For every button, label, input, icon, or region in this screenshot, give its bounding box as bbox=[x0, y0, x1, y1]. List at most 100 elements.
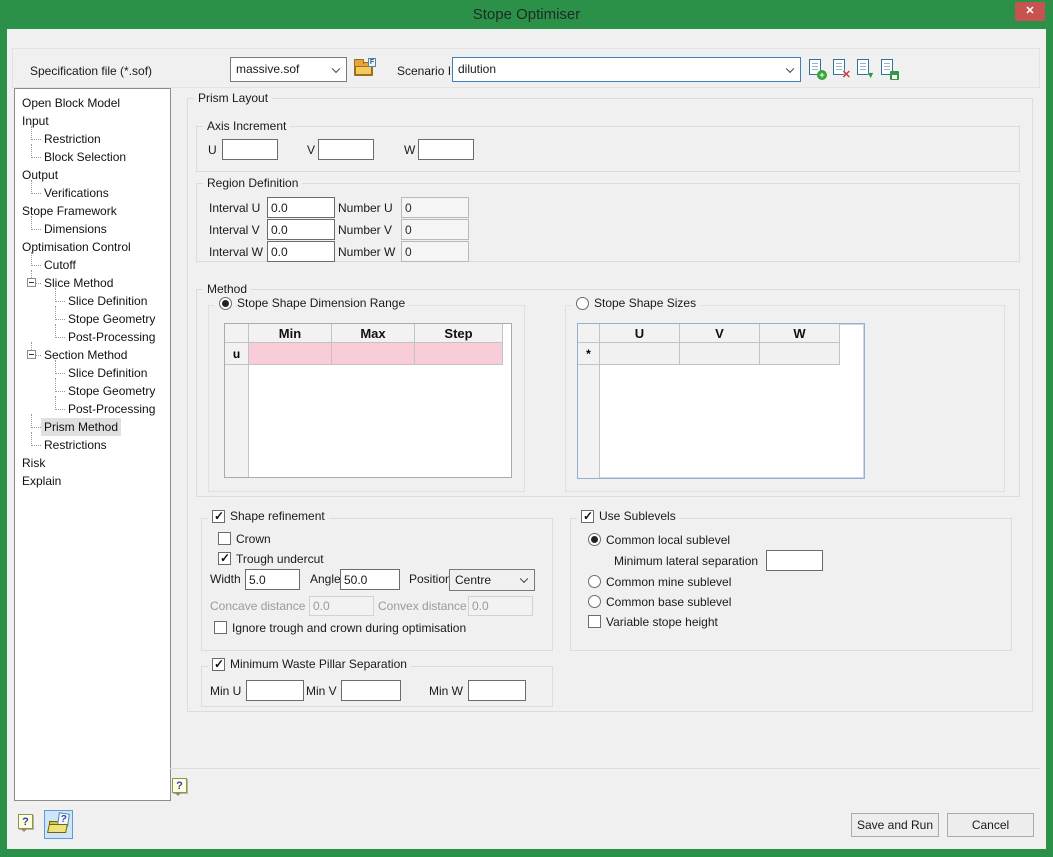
help-icon[interactable]: ? bbox=[172, 778, 189, 798]
delete-scenario-icon[interactable]: ✕ bbox=[832, 59, 849, 79]
sidebar-item-label: Restriction bbox=[41, 130, 104, 148]
min-w-input[interactable] bbox=[468, 680, 526, 701]
cell-star-v[interactable] bbox=[680, 343, 760, 365]
sidebar-item-risk[interactable]: Risk bbox=[15, 454, 170, 472]
position-value: Centre bbox=[455, 573, 491, 587]
scenario-actions: + ✕ ▼ bbox=[808, 59, 897, 79]
sidebar-item-label: Cutoff bbox=[41, 256, 79, 274]
sidebar-item-explain[interactable]: Explain bbox=[15, 472, 170, 490]
shape-sizes-table[interactable]: U V W * bbox=[577, 323, 865, 479]
window-title: Stope Optimiser bbox=[0, 6, 1053, 23]
axis-v-input[interactable] bbox=[318, 139, 374, 160]
use-sublevels-checkbox[interactable] bbox=[581, 510, 594, 523]
angle-label: Angle bbox=[310, 572, 341, 586]
close-button[interactable]: ✕ bbox=[1015, 2, 1045, 21]
min-w-label: Min W bbox=[429, 684, 463, 698]
shape-sizes-group: Stope Shape Sizes U V W * bbox=[565, 305, 1005, 492]
axis-u-input[interactable] bbox=[222, 139, 278, 160]
col-max: Max bbox=[332, 324, 415, 343]
sidebar-item-restrictions[interactable]: Restrictions bbox=[15, 436, 170, 454]
table-header-row: U V W bbox=[578, 324, 840, 343]
min-lateral-separation-input[interactable] bbox=[766, 550, 823, 571]
spec-file-value: massive.sof bbox=[236, 62, 299, 76]
common-local-sublevel-radio[interactable] bbox=[588, 533, 601, 546]
min-u-input[interactable] bbox=[246, 680, 304, 701]
concave-distance-label: Concave distance bbox=[210, 599, 305, 613]
sidebar-item-label: Stope Geometry bbox=[65, 382, 158, 400]
waste-pillar-checkbox[interactable] bbox=[212, 658, 225, 671]
sidebar-item-label: Slice Method bbox=[41, 274, 116, 292]
sidebar-item-block-selection[interactable]: Block Selection bbox=[15, 148, 170, 166]
sidebar-item-slice-definition[interactable]: Slice Definition bbox=[15, 292, 170, 310]
import-scenario-icon[interactable]: ▼ bbox=[856, 59, 873, 79]
sidebar-item-label: Risk bbox=[19, 454, 48, 472]
cell-u-step[interactable] bbox=[415, 343, 503, 365]
width-input[interactable] bbox=[245, 569, 300, 590]
min-v-input[interactable] bbox=[341, 680, 401, 701]
help-topics-folder-icon[interactable]: ? bbox=[44, 810, 73, 839]
dimension-range-table[interactable]: Min Max Step u bbox=[224, 323, 512, 478]
sidebar-item-label: Slice Definition bbox=[65, 364, 150, 382]
sidebar-item-label: Dimensions bbox=[41, 220, 110, 238]
common-base-sublevel-radio[interactable] bbox=[588, 595, 601, 608]
trough-undercut-checkbox[interactable] bbox=[218, 552, 231, 565]
dialog-body: Specification file (*.sof) massive.sof F… bbox=[7, 29, 1046, 849]
interval-v-input[interactable] bbox=[267, 219, 335, 240]
sidebar-item-stope-geometry[interactable]: Stope Geometry bbox=[15, 310, 170, 328]
scenario-id-value: dilution bbox=[458, 62, 496, 76]
save-and-run-button[interactable]: Save and Run bbox=[851, 813, 939, 837]
common-mine-sublevel-radio[interactable] bbox=[588, 575, 601, 588]
shape-refinement-checkbox[interactable] bbox=[212, 510, 225, 523]
table-row: u bbox=[225, 343, 503, 365]
common-local-sublevel-label: Common local sublevel bbox=[606, 533, 730, 547]
cell-star-w[interactable] bbox=[760, 343, 840, 365]
method-title: Method bbox=[203, 282, 251, 296]
spec-file-combo[interactable]: massive.sof bbox=[230, 57, 347, 82]
cancel-button[interactable]: Cancel bbox=[947, 813, 1034, 837]
sidebar-item-slice-definition[interactable]: Slice Definition bbox=[15, 364, 170, 382]
sidebar-item-stope-geometry[interactable]: Stope Geometry bbox=[15, 382, 170, 400]
collapse-minus-icon[interactable] bbox=[27, 350, 36, 359]
min-v-label: Min V bbox=[306, 684, 337, 698]
new-scenario-icon[interactable]: + bbox=[808, 59, 825, 79]
sidebar-item-label: Open Block Model bbox=[19, 94, 123, 112]
cell-u-min[interactable] bbox=[249, 343, 332, 365]
sidebar-item-dimensions[interactable]: Dimensions bbox=[15, 220, 170, 238]
help-icon[interactable]: ? bbox=[18, 814, 35, 834]
scenario-id-combo[interactable]: dilution bbox=[452, 57, 801, 82]
sidebar-item-open-block-model[interactable]: Open Block Model bbox=[15, 94, 170, 112]
col-u: U bbox=[600, 324, 680, 343]
collapse-minus-icon[interactable] bbox=[27, 278, 36, 287]
crown-checkbox[interactable] bbox=[218, 532, 231, 545]
region-definition-title: Region Definition bbox=[203, 176, 302, 190]
use-sublevels-group: Use Sublevels Common local sublevel Mini… bbox=[570, 518, 1012, 651]
shape-refinement-label: Shape refinement bbox=[230, 509, 325, 523]
interval-u-input[interactable] bbox=[267, 197, 335, 218]
shape-sizes-label: Stope Shape Sizes bbox=[594, 296, 696, 310]
dimension-range-radio[interactable] bbox=[219, 297, 232, 310]
chevron-down-icon bbox=[520, 575, 528, 583]
ignore-trough-crown-label: Ignore trough and crown during optimisat… bbox=[232, 621, 466, 635]
sidebar-item-section-method[interactable]: Section Method bbox=[15, 346, 170, 364]
angle-input[interactable] bbox=[340, 569, 400, 590]
browse-folder-icon[interactable]: F bbox=[354, 60, 375, 79]
sidebar-item-verifications[interactable]: Verifications bbox=[15, 184, 170, 202]
common-mine-sublevel-label: Common mine sublevel bbox=[606, 575, 731, 589]
sidebar-item-slice-method[interactable]: Slice Method bbox=[15, 274, 170, 292]
cell-u-max[interactable] bbox=[332, 343, 415, 365]
row-header: u bbox=[225, 343, 249, 365]
convex-distance-label: Convex distance bbox=[378, 599, 467, 613]
common-base-sublevel-label: Common base sublevel bbox=[606, 595, 731, 609]
axis-u-label: U bbox=[208, 143, 217, 157]
position-combo[interactable]: Centre bbox=[449, 569, 535, 591]
variable-stope-height-checkbox[interactable] bbox=[588, 615, 601, 628]
shape-sizes-radio[interactable] bbox=[576, 297, 589, 310]
ignore-trough-crown-checkbox[interactable] bbox=[214, 621, 227, 634]
col-v: V bbox=[680, 324, 760, 343]
cell-star-u[interactable] bbox=[600, 343, 680, 365]
footer-divider bbox=[170, 768, 1040, 769]
save-scenario-icon[interactable] bbox=[880, 59, 897, 79]
col-step: Step bbox=[415, 324, 503, 343]
axis-w-input[interactable] bbox=[418, 139, 474, 160]
interval-w-input[interactable] bbox=[267, 241, 335, 262]
